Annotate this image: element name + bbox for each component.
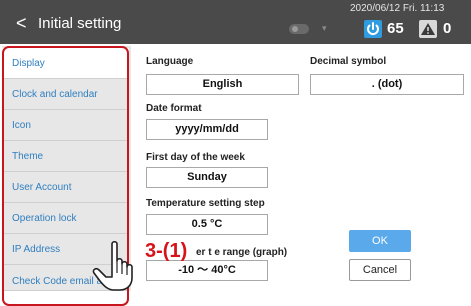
- date-format-label: Date format: [146, 103, 202, 114]
- sidebar-item-operation-lock[interactable]: Operation lock: [2, 203, 129, 234]
- decimal-symbol-select[interactable]: . (dot): [310, 74, 464, 95]
- power-count: 65: [387, 20, 404, 37]
- pointing-hand-icon: [92, 240, 133, 291]
- temp-range-label: er t e range (graph): [196, 247, 288, 258]
- toggle-knob: [292, 26, 298, 32]
- alert-count: 0: [443, 20, 452, 37]
- power-glyph: [367, 22, 379, 35]
- ok-button[interactable]: OK: [349, 230, 411, 252]
- toggle-icon[interactable]: [289, 24, 309, 34]
- power-icon[interactable]: [364, 20, 382, 38]
- alert-glyph: [421, 23, 435, 35]
- header-bar: < Initial setting 2020/06/12 Fri. 11:13 …: [0, 0, 471, 44]
- caret-icon: ▾: [322, 23, 327, 33]
- first-day-label: First day of the week: [146, 152, 245, 163]
- cancel-button[interactable]: Cancel: [349, 259, 411, 281]
- decimal-symbol-label: Decimal symbol: [310, 56, 387, 67]
- sidebar-item-user-account[interactable]: User Account: [2, 172, 129, 203]
- alert-icon[interactable]: [419, 20, 437, 38]
- datetime-display: 2020/06/12 Fri. 11:13: [350, 3, 445, 14]
- temp-step-select[interactable]: 0.5 °C: [146, 214, 268, 235]
- sidebar-item-icon[interactable]: Icon: [2, 110, 129, 141]
- first-day-select[interactable]: Sunday: [146, 167, 268, 188]
- sidebar-item-display[interactable]: Display: [2, 48, 129, 79]
- page-title: Initial setting: [38, 15, 122, 32]
- sidebar-item-theme[interactable]: Theme: [2, 141, 129, 172]
- language-select[interactable]: English: [146, 74, 299, 95]
- language-label: Language: [146, 56, 194, 67]
- temp-range-select[interactable]: -10 ～ 40°C: [146, 260, 268, 281]
- date-format-select[interactable]: yyyy/mm/dd: [146, 119, 268, 140]
- back-arrow-icon[interactable]: <: [16, 14, 27, 32]
- step-annotation: 3-(1): [145, 240, 188, 262]
- sidebar-item-clock-calendar[interactable]: Clock and calendar: [2, 79, 129, 110]
- temp-step-label: Temperature setting step: [146, 198, 265, 209]
